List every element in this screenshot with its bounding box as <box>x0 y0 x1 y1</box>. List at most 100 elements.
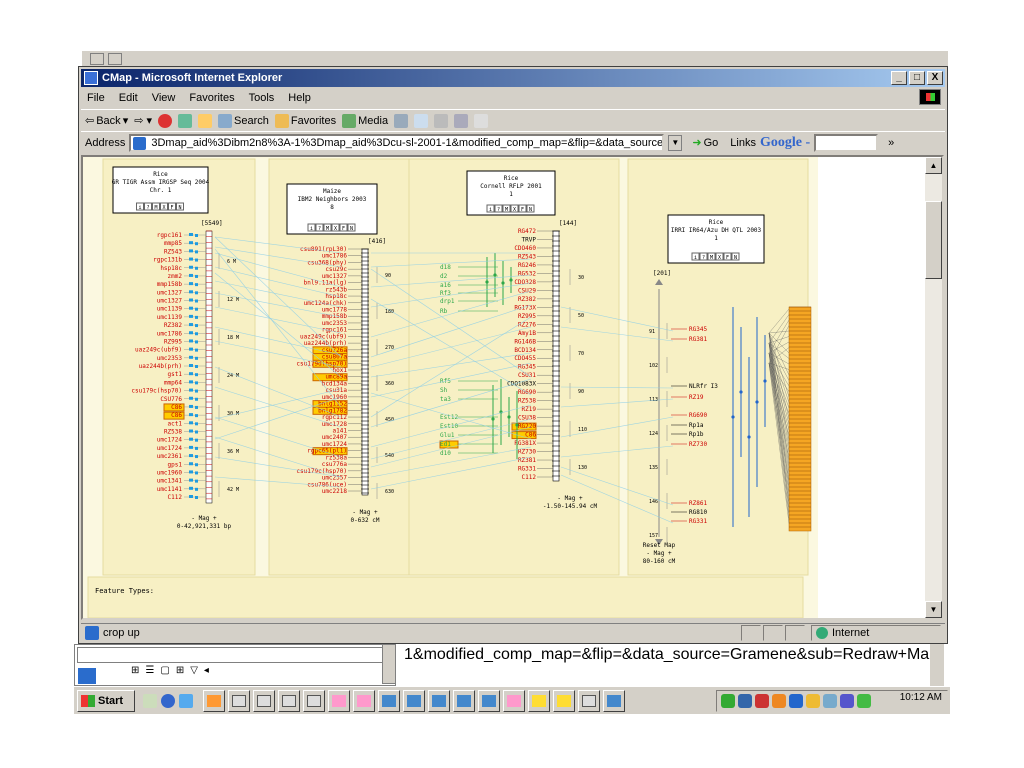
qtl-marker-label[interactable]: RZ19 <box>689 394 704 401</box>
update-icon[interactable] <box>823 694 837 708</box>
circle-icon[interactable] <box>789 694 803 708</box>
rice-marker-label[interactable]: umc1724 <box>157 437 183 444</box>
vertical-scrollbar[interactable]: ▲ ▼ <box>925 157 942 618</box>
rice-marker-label[interactable]: uaz244b(prh) <box>139 363 182 370</box>
map-button-label[interactable]: X <box>718 255 721 261</box>
menu-view[interactable]: View <box>152 92 176 104</box>
map-button-label[interactable]: N <box>178 205 181 211</box>
sync-icon[interactable] <box>806 694 820 708</box>
cornell-marker-label[interactable]: RZ538 <box>518 398 536 405</box>
map-button-label[interactable]: F <box>521 207 524 213</box>
map-button-label[interactable]: X <box>334 226 337 232</box>
cornell-marker-label[interactable]: RZ730 <box>518 449 536 456</box>
cornell-trait-label[interactable]: Rf5 <box>440 378 451 385</box>
qtl-marker-label[interactable]: RZ730 <box>689 441 707 448</box>
rice-marker-label[interactable]: umc1139 <box>157 314 183 321</box>
task-button-star[interactable] <box>553 689 575 712</box>
cornell-marker-label[interactable]: RG331 <box>518 466 536 473</box>
cornell-marker-label[interactable]: RG146B <box>514 338 536 345</box>
address-dropdown-icon[interactable]: ▼ <box>668 134 683 151</box>
task-button-mail[interactable] <box>578 689 600 712</box>
quicklaunch-desktop-icon[interactable] <box>143 693 157 708</box>
quicklaunch-ie-icon[interactable] <box>161 693 175 708</box>
rice-marker-label[interactable]: umc1139 <box>157 306 183 313</box>
rice-marker-label[interactable]: csu179c(hsp70) <box>131 388 182 395</box>
task-button-doc[interactable] <box>353 689 375 712</box>
task-button-mail[interactable] <box>278 689 300 712</box>
map-button-label[interactable]: X <box>513 207 516 213</box>
qtl-marker-label[interactable]: NLRfr I3 <box>689 383 718 390</box>
rice-marker-label[interactable]: umc1724 <box>157 445 183 452</box>
maize-marker-label[interactable]: umc2218 <box>322 488 348 495</box>
map-button-label[interactable]: i <box>310 226 313 232</box>
cornell-marker-label[interactable]: Amy1B <box>518 330 536 337</box>
menu-file[interactable]: File <box>87 92 105 104</box>
qtl-marker-label[interactable]: RG810 <box>689 509 707 516</box>
map-button-label[interactable]: i <box>138 205 141 211</box>
view-buttons[interactable]: ⊞ ☰ ▢ ⊞ ▽ ◂ <box>131 665 209 676</box>
rice-marker-label[interactable]: umc1341 <box>157 478 183 485</box>
qtl-marker-label[interactable]: RG331 <box>689 518 707 525</box>
rice-marker-label[interactable]: zmm2 <box>168 273 183 280</box>
cornell-marker-label[interactable]: RG246 <box>518 262 536 269</box>
rice-marker-label[interactable]: CSU776 <box>160 396 182 403</box>
map-button-label[interactable]: F <box>726 255 729 261</box>
rice-marker-label[interactable]: act1 <box>168 420 183 427</box>
cornell-trait-label[interactable]: d2 <box>440 273 448 280</box>
signal-icon[interactable] <box>857 694 871 708</box>
network-icon[interactable] <box>721 694 735 708</box>
toolbar-chevron-icon[interactable]: » <box>888 137 894 149</box>
cornell-trait-label[interactable]: Sh <box>440 387 448 394</box>
rice-marker-label[interactable]: mmp158b <box>157 281 183 288</box>
cornell-marker-label[interactable]: TRVP <box>522 236 537 243</box>
search-button[interactable]: Search <box>218 113 269 128</box>
task-button-ie[interactable] <box>478 689 500 712</box>
rice-marker-label[interactable]: hsp18c <box>160 265 182 272</box>
underlying-right-scrollbar[interactable] <box>930 644 944 686</box>
comparative-map-svg[interactable]: Feature Types:RiceGR TIGR Assm IRGSP Seq… <box>83 157 818 618</box>
flag-icon[interactable] <box>772 694 786 708</box>
antivirus-icon[interactable] <box>755 694 769 708</box>
cornell-marker-label[interactable]: RG220 <box>518 423 536 430</box>
google-search-input[interactable] <box>814 133 879 152</box>
map-button-label[interactable]: i <box>489 207 492 213</box>
home-button[interactable] <box>198 113 213 128</box>
map-button-label[interactable]: M <box>326 226 329 232</box>
scroll-thumb[interactable] <box>925 201 942 279</box>
rice-marker-label[interactable]: RZ543 <box>164 248 182 255</box>
maximize-button[interactable]: □ <box>909 71 925 85</box>
scroll-left-icon[interactable]: ◂ <box>204 665 209 676</box>
qtl-marker-label[interactable]: Rp1a <box>689 422 704 429</box>
start-button[interactable]: Start <box>77 689 135 712</box>
map-button-label[interactable]: ? <box>702 255 705 261</box>
outline-view-icon[interactable]: ☰ <box>145 665 154 676</box>
task-button-ie[interactable] <box>453 689 475 712</box>
task-button-ie[interactable] <box>403 689 425 712</box>
map-button-label[interactable]: N <box>734 255 737 261</box>
rice-marker-label[interactable]: RZ538 <box>164 429 182 436</box>
edit-button[interactable] <box>454 113 469 128</box>
forward-button[interactable]: ⇨ ▾ <box>134 114 152 127</box>
menu-tools[interactable]: Tools <box>249 92 275 104</box>
task-button-ie[interactable] <box>378 689 400 712</box>
qtl-marker-label[interactable]: Rp1b <box>689 431 704 438</box>
cornell-trait-label[interactable]: Rb <box>440 308 448 315</box>
map-button-label[interactable]: ? <box>318 226 321 232</box>
scroll-up-icon[interactable]: ▲ <box>925 157 942 174</box>
map-button-label[interactable]: ? <box>146 205 149 211</box>
minimize-button[interactable]: _ <box>891 71 907 85</box>
task-button-star[interactable] <box>528 689 550 712</box>
cornell-marker-label[interactable]: RZ276 <box>518 321 536 328</box>
cornell-marker-label[interactable]: RG173X <box>514 304 536 311</box>
rice-marker-label[interactable]: RZ382 <box>164 322 182 329</box>
go-button[interactable]: ➜ Go <box>692 136 718 150</box>
discuss-button[interactable] <box>474 113 489 128</box>
rice-marker-label[interactable]: gst1 <box>168 371 183 378</box>
normal-view-icon[interactable]: ⊞ <box>131 665 139 676</box>
cornell-marker-label[interactable]: RG472 <box>518 228 536 235</box>
rice-marker-label[interactable]: C86 <box>171 412 182 419</box>
qtl-marker-label[interactable]: RG381 <box>689 336 707 343</box>
qtl-reset-link[interactable]: Reset Map <box>643 542 676 549</box>
map-button-label[interactable]: M <box>505 207 508 213</box>
cornell-marker-label[interactable]: C112 <box>522 474 537 481</box>
